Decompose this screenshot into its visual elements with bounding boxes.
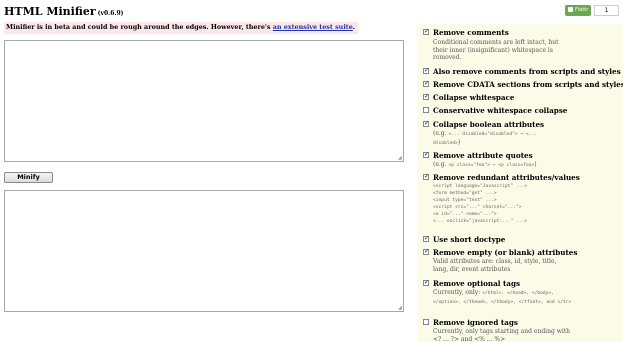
remove-ignored-tags-checkbox[interactable] [423,319,429,325]
flattr-icon [568,7,573,12]
collapse-whitespace-checkbox[interactable]: ✓ [423,94,429,100]
remove-empty-attrs-checkbox[interactable]: ✓ [423,249,429,255]
app-title: HTML Minifier (v0.6.9) [4,5,124,18]
short-doctype-checkbox[interactable]: ✓ [423,236,429,242]
resize-grip-icon[interactable]: ◢ [398,156,403,161]
input-textarea[interactable] [4,40,404,162]
app-version: (v0.6.9) [97,10,124,17]
conservative-collapse-checkbox[interactable] [423,107,429,113]
resize-grip-icon[interactable]: ◢ [398,306,403,311]
collapse-boolean-checkbox[interactable]: ✓ [423,121,429,127]
flattr-count: 1 [594,5,619,16]
test-suite-link[interactable]: an extensive test suite [273,23,353,31]
remove-cdata-checkbox[interactable]: ✓ [423,81,429,87]
remove-comments-checkbox[interactable]: ✓ [423,29,429,35]
minify-button[interactable]: Minify [4,172,53,183]
flattr-button[interactable]: Flattr [565,5,591,16]
remove-attr-quotes-checkbox[interactable]: ✓ [423,152,429,158]
remove-optional-tags-checkbox[interactable]: ✓ [423,280,429,286]
output-textarea[interactable] [4,190,404,312]
remove-comments-scripts-checkbox[interactable]: ✓ [423,68,429,74]
flattr-widget: Flattr 1 [565,5,620,16]
beta-notice: Minifier is in beta and could be rough a… [4,22,359,34]
options-panel: ✓ Remove comments Conditional comments a… [417,24,623,342]
remove-redundant-checkbox[interactable]: ✓ [423,174,429,180]
